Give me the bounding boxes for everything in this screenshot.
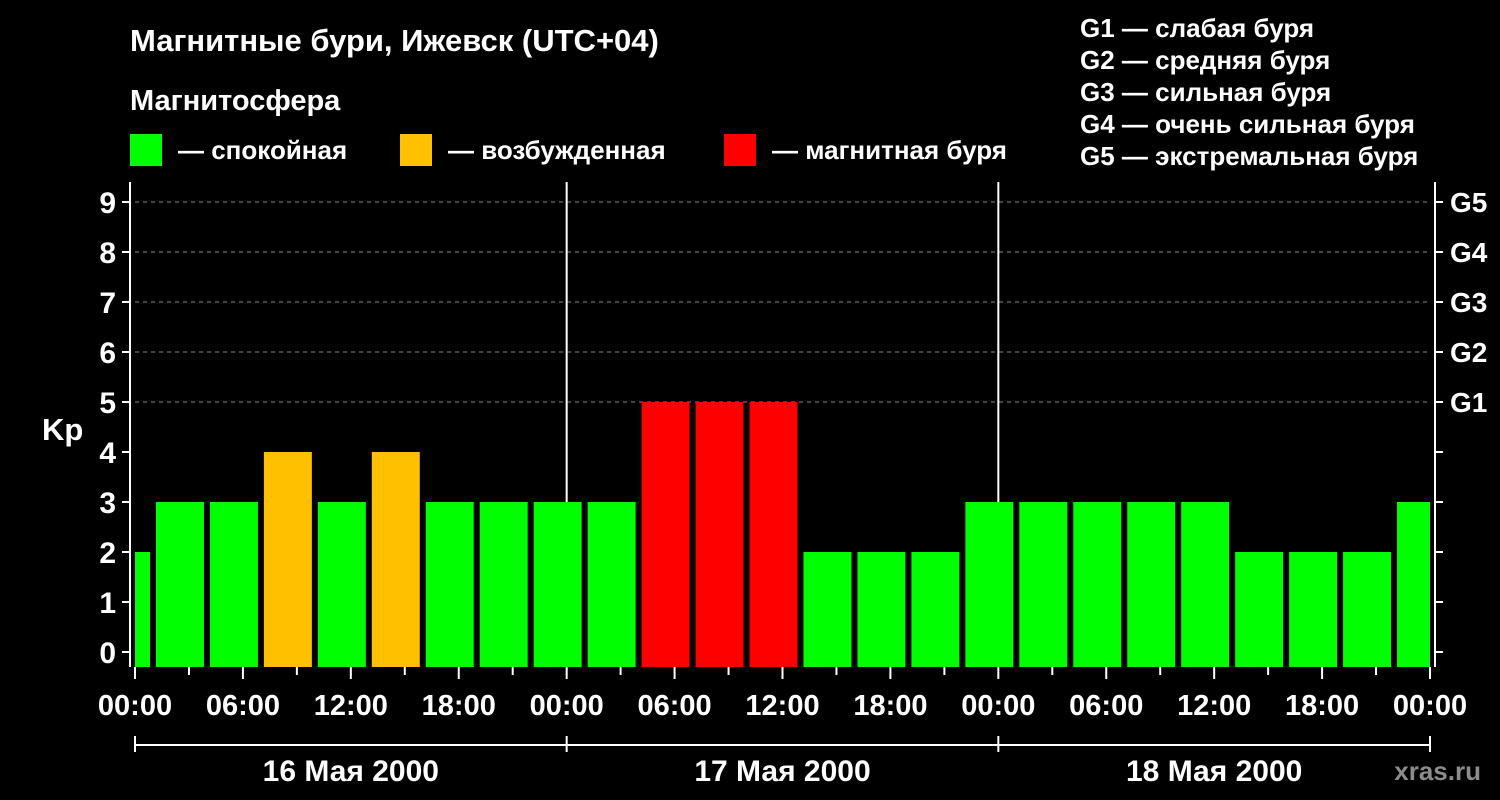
x-tick-label: 12:00: [314, 690, 388, 722]
legend-label-quiet: — спокойная: [178, 135, 347, 165]
storm-level-axis-label: G5: [1450, 187, 1487, 218]
x-tick-label: 18:00: [422, 690, 496, 722]
kp-bar: [1235, 552, 1284, 667]
legend-swatch-storm: [724, 134, 756, 166]
y-tick-label: 4: [99, 437, 116, 470]
chart-title: Магнитные бури, Ижевск (UTC+04): [130, 23, 659, 58]
kp-bar: [695, 402, 744, 667]
y-tick-label: 8: [99, 237, 116, 270]
x-tick-label: 00:00: [530, 690, 604, 722]
kp-bar: [965, 502, 1014, 667]
kp-bar: [263, 452, 312, 667]
kp-bar: [803, 552, 852, 667]
y-tick-label: 3: [99, 487, 116, 520]
kp-bar: [479, 502, 528, 667]
kp-bar: [1019, 502, 1068, 667]
kp-bar: [911, 552, 960, 667]
y-tick-label: 7: [99, 287, 116, 320]
kp-bar: [641, 402, 690, 667]
storm-level-axis-label: G1: [1450, 387, 1487, 418]
y-tick-label: 9: [99, 187, 116, 220]
x-tick-label: 06:00: [1069, 690, 1143, 722]
kp-bar: [135, 552, 150, 667]
y-tick-label: 1: [99, 587, 116, 620]
kp-bar: [587, 502, 636, 667]
kp-bar: [317, 502, 366, 667]
kp-bar: [425, 502, 474, 667]
date-label: 18 Мая 2000: [1126, 755, 1302, 788]
x-tick-label: 00:00: [98, 690, 172, 722]
x-tick-label: 06:00: [637, 690, 711, 722]
kp-bar: [1343, 552, 1392, 667]
storm-legend-g4: G4 — очень сильная буря: [1080, 109, 1415, 139]
kp-bar: [371, 452, 420, 667]
legend-label-storm: — магнитная буря: [772, 135, 1007, 165]
watermark: xras.ru: [1394, 756, 1481, 786]
legend-swatch-quiet: [130, 134, 162, 166]
x-tick-label: 12:00: [745, 690, 819, 722]
legend-label-active: — возбужденная: [448, 135, 666, 165]
kp-bar: [1397, 502, 1430, 667]
kp-bar: [533, 502, 582, 667]
kp-bar: [749, 402, 798, 667]
x-tick-label: 18:00: [1285, 690, 1359, 722]
kp-bar: [155, 502, 204, 667]
x-tick-label: 00:00: [1393, 690, 1467, 722]
kp-bar: [1181, 502, 1230, 667]
storm-legend-g3: G3 — сильная буря: [1080, 77, 1331, 107]
kp-bar: [1073, 502, 1122, 667]
x-tick-label: 12:00: [1177, 690, 1251, 722]
storm-level-axis-label: G3: [1450, 287, 1487, 318]
kp-bar: [1127, 502, 1176, 667]
y-tick-label: 5: [99, 387, 116, 420]
legend-title: Магнитосфера: [130, 85, 341, 117]
storm-legend-g1: G1 — слабая буря: [1080, 13, 1314, 43]
y-tick-label: 0: [99, 637, 116, 670]
x-tick-label: 18:00: [853, 690, 927, 722]
y-tick-label: 2: [99, 537, 116, 570]
legend-swatch-active: [400, 134, 432, 166]
date-label: 17 Мая 2000: [694, 755, 870, 788]
kp-bar: [209, 502, 258, 667]
storm-level-axis-label: G4: [1450, 237, 1488, 268]
storm-level-axis-label: G2: [1450, 337, 1487, 368]
storm-legend-g5: G5 — экстремальная буря: [1080, 141, 1418, 171]
storm-legend-g2: G2 — средняя буря: [1080, 45, 1330, 75]
y-tick-label: 6: [99, 337, 116, 370]
x-tick-label: 06:00: [206, 690, 280, 722]
y-axis-label: Kp: [42, 412, 83, 447]
kp-bar: [857, 552, 906, 667]
kp-bar: [1289, 552, 1338, 667]
kp-chart: Магнитные бури, Ижевск (UTC+04) Магнитос…: [0, 0, 1500, 800]
date-label: 16 Мая 2000: [263, 755, 439, 788]
x-tick-label: 00:00: [961, 690, 1035, 722]
